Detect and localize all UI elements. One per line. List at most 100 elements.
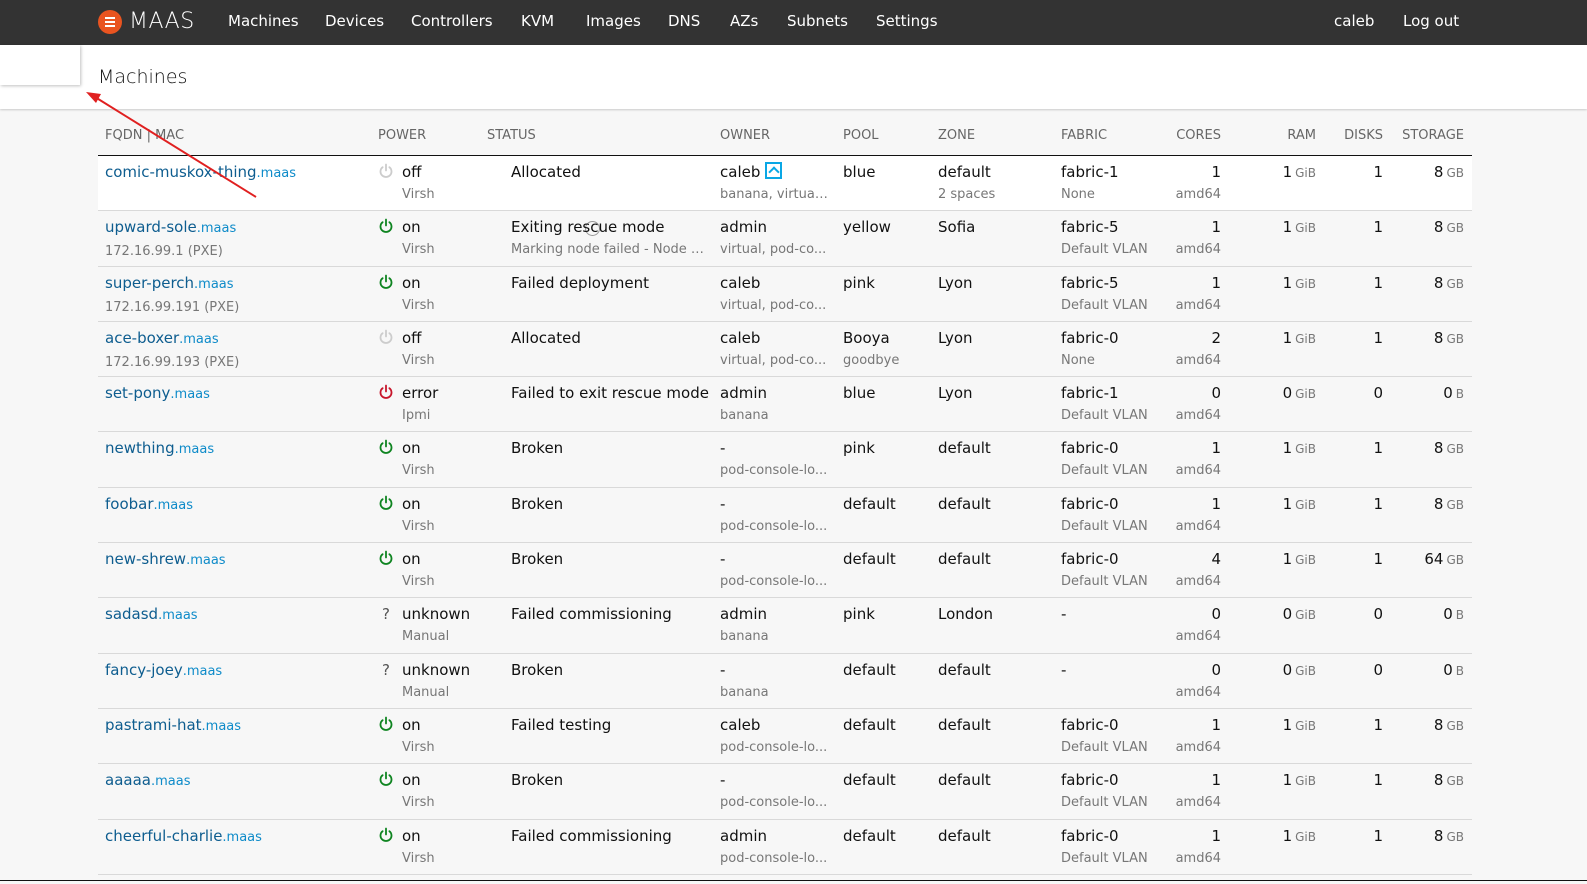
power-icon[interactable] [378, 550, 394, 566]
power-icon[interactable] [378, 329, 394, 345]
storage-value: 8 [1433, 771, 1444, 790]
power-state: on [402, 273, 421, 292]
machine-hostname-link[interactable]: foobar.maas [105, 495, 193, 513]
column-header-ram[interactable]: RAM [1258, 128, 1316, 143]
cell-storage: 8 GB [1388, 770, 1464, 791]
cell-power: on Virsh [378, 217, 483, 259]
table-row[interactable]: ace-boxer.maas 172.16.99.193 (PXE) off Virs… [98, 322, 1472, 378]
table-row[interactable]: pastrami-hat.maas on Virsh Failed testing ca… [98, 709, 1472, 765]
nav-link-settings[interactable]: Settings [876, 12, 938, 30]
machine-hostname-link[interactable]: fancy-joey.maas [105, 661, 222, 679]
table-row[interactable]: newthing.maas on Virsh Broken - pod-console-l… [98, 432, 1472, 488]
power-icon[interactable] [378, 827, 394, 843]
cell-owner: - banana [720, 660, 830, 702]
cell-fabric: fabric-0 Default VLAN [1061, 438, 1161, 480]
machine-hostname-link[interactable]: upward-sole.maas [105, 218, 236, 236]
machines-table: FQDN | MAC POWER STATUS OWNER POOL ZONE … [98, 120, 1472, 875]
machine-hostname-link[interactable]: ace-boxer.maas [105, 329, 219, 347]
nav-link-machines[interactable]: Machines [228, 12, 299, 30]
table-row[interactable]: foobar.maas on Virsh Broken - pod-console-lo.… [98, 488, 1472, 544]
machine-hostname-link[interactable]: aaaaa.maas [105, 771, 190, 789]
column-header-storage[interactable]: STORAGE [1388, 128, 1464, 143]
disks-count: 0 [1373, 605, 1383, 624]
table-row[interactable]: fancy-joey.maas? unknown Manual Broken - bana… [98, 654, 1472, 709]
table-row[interactable]: aaaaa.maas on Virsh Broken - pod-console-lo..… [98, 764, 1472, 820]
machine-hostname-link[interactable]: comic-muskox-thing.maas [105, 163, 296, 181]
ram-value: 1 [1282, 550, 1293, 569]
nav-link-user[interactable]: caleb [1334, 12, 1374, 30]
cell-cores: 1 amd64 [1158, 438, 1221, 480]
cell-ram: 1 GiB [1228, 273, 1316, 294]
power-icon[interactable] [378, 384, 394, 400]
column-header-disks[interactable]: DISKS [1328, 128, 1383, 143]
disks-count: 1 [1373, 771, 1383, 790]
cell-status: Broken [511, 549, 709, 573]
power-icon[interactable] [378, 274, 394, 290]
machine-hostname-link[interactable]: newthing.maas [105, 439, 214, 457]
side-panel-tab[interactable] [0, 45, 80, 85]
cell-zone: default [938, 660, 1053, 684]
cell-power: error Ipmi [378, 383, 483, 425]
column-header-zone[interactable]: ZONE [938, 128, 975, 143]
fabric-vlan: Default VLAN [1061, 850, 1148, 866]
cell-owner: caleb virtual, pod-co... [720, 273, 830, 315]
ram-unit: GiB [1295, 442, 1316, 457]
table-row[interactable]: new-shrew.maas on Virsh Broken - pod-console-… [98, 543, 1472, 599]
cell-pool: blue [843, 383, 933, 407]
nav-link-subnets[interactable]: Subnets [787, 12, 848, 30]
machine-hostname-link[interactable]: set-pony.maas [105, 384, 210, 402]
nav-link-controllers[interactable]: Controllers [411, 12, 493, 30]
table-row[interactable]: upward-sole.maas 172.16.99.1 (PXE) on Virsh… [98, 211, 1472, 267]
nav-link-dns[interactable]: DNS [668, 12, 700, 30]
machine-hostname-link[interactable]: new-shrew.maas [105, 550, 226, 568]
nav-link-images[interactable]: Images [586, 12, 641, 30]
column-header-fqdn[interactable]: FQDN | MAC [105, 128, 184, 143]
column-header-cores[interactable]: CORES [1158, 128, 1221, 143]
power-icon[interactable] [378, 439, 394, 455]
cell-storage: 8 GB [1388, 162, 1464, 183]
power-icon[interactable] [378, 771, 394, 787]
table-row[interactable]: sadasd.maas? unknown Manual Failed commissi… [98, 598, 1472, 654]
power-type: Virsh [402, 297, 435, 313]
power-icon[interactable] [378, 716, 394, 732]
cell-power: on Virsh [378, 494, 483, 536]
brand-logo[interactable]: MAAS [98, 9, 195, 34]
nav-link-logout[interactable]: Log out [1403, 12, 1459, 30]
power-icon[interactable] [378, 218, 394, 234]
power-type: Virsh [402, 850, 435, 866]
ram-value: 1 [1282, 439, 1293, 458]
storage-unit: GB [1446, 276, 1464, 291]
power-icon[interactable] [378, 163, 394, 179]
table-row[interactable]: set-pony.maas error Ipmi Failed to exit res… [98, 377, 1472, 433]
owner-badge-icon[interactable] [765, 162, 783, 179]
pool-name: default [843, 826, 896, 845]
cell-storage: 8 GB [1388, 494, 1464, 515]
cell-cores: 1 amd64 [1158, 494, 1221, 536]
cell-status: Broken [511, 660, 709, 684]
storage-value: 8 [1433, 218, 1444, 237]
table-row[interactable]: cheerful-charlie.maas on Virsh Failed commi… [98, 820, 1472, 875]
column-header-status[interactable]: STATUS [487, 128, 536, 143]
ram-unit: GiB [1295, 608, 1316, 623]
cell-power: on Virsh [378, 826, 483, 868]
machine-hostname-link[interactable]: pastrami-hat.maas [105, 716, 241, 734]
zone-name: Sofia [938, 218, 976, 237]
zone-name: default [938, 660, 991, 679]
machine-hostname-link[interactable]: sadasd.maas [105, 605, 198, 623]
machine-hostname-link[interactable]: cheerful-charlie.maas [105, 827, 262, 845]
column-header-fabric[interactable]: FABRIC [1061, 128, 1107, 143]
nav-link-kvm[interactable]: KVM [521, 12, 554, 30]
cell-zone: Lyon [938, 273, 1053, 297]
storage-value: 64 [1424, 550, 1444, 569]
column-header-owner[interactable]: OWNER [720, 128, 770, 143]
machine-hostname-link[interactable]: super-perch.maas [105, 274, 234, 292]
power-icon[interactable] [378, 495, 394, 511]
column-header-pool[interactable]: POOL [843, 128, 879, 143]
table-row[interactable]: super-perch.maas 172.16.99.191 (PXE) on Vir… [98, 267, 1472, 322]
table-row[interactable]: comic-muskox-thing.maas off Virsh Allocated… [98, 156, 1472, 212]
cell-cores: 0 amd64 [1158, 383, 1221, 425]
cell-status: Broken [511, 438, 709, 462]
nav-link-devices[interactable]: Devices [325, 12, 384, 30]
column-header-power[interactable]: POWER [378, 128, 426, 143]
nav-link-azs[interactable]: AZs [730, 12, 758, 30]
